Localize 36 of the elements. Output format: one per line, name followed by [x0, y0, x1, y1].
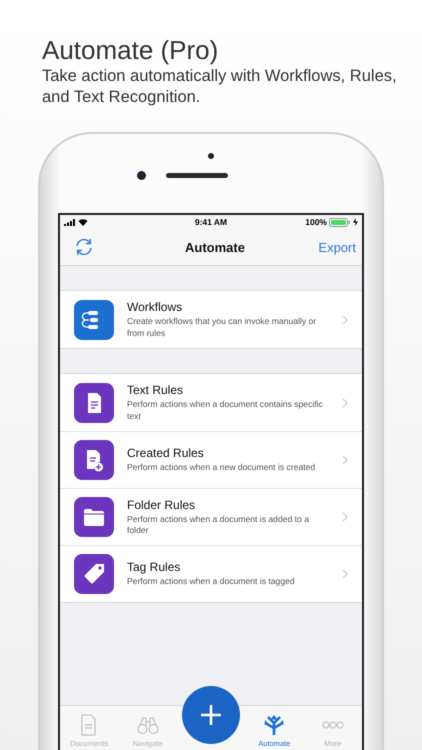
- signal-icon: [64, 218, 76, 226]
- battery-icon: [329, 218, 351, 226]
- row-description: Perform actions when a document contains specific text: [127, 399, 324, 422]
- chevron-icon: [342, 398, 348, 408]
- row-title: Text Rules: [127, 383, 184, 397]
- camera-dot: [208, 153, 214, 159]
- charging-icon: [353, 218, 358, 226]
- row-title: Workflows: [127, 300, 184, 314]
- speaker-grille: [166, 173, 228, 178]
- chevron-icon: [342, 512, 348, 522]
- camera-lens: [136, 171, 146, 180]
- row-description: Perform actions when a new document is created: [127, 462, 316, 474]
- chevron-icon: [342, 314, 348, 324]
- status-time: 9:41 AM: [194, 217, 228, 227]
- row-title: Folder Rules: [127, 498, 196, 512]
- rule-row[interactable]: Created Rules Perform actions when a new document is created: [60, 431, 362, 488]
- row-description: Perform actions when a document is added to a folder: [127, 514, 310, 536]
- rule-row[interactable]: Tag Rules Perform actions when a document is tagged: [60, 545, 362, 602]
- rule-row[interactable]: Text Rules Perform actions when a document contains specific text: [60, 374, 362, 431]
- rule-row[interactable]: Folder Rules Perform actions when a document is added to a folder: [60, 488, 362, 545]
- headline-title: Automate (Pro): [42, 35, 220, 65]
- wifi-icon: [78, 218, 88, 226]
- row-description: Create workflows that you can invoke manually or from rules: [127, 316, 318, 339]
- export-button[interactable]: Export: [276, 240, 356, 254]
- row-title: Created Rules: [127, 446, 205, 460]
- rule-row[interactable]: Workflows Create workflows that you can invoke manually or from rules: [60, 291, 362, 348]
- headline-subtitle: Take action automatically with Workflows, Rules, and Text Recognition.: [42, 66, 398, 108]
- chevron-icon: [342, 569, 348, 579]
- battery-percent: 100%: [305, 217, 327, 227]
- row-description: Perform actions when a document is tagged: [127, 576, 296, 588]
- refresh-icon: [74, 238, 94, 256]
- screen-title: Automate: [185, 240, 245, 254]
- plus-icon: [200, 704, 222, 726]
- chevron-icon: [342, 455, 348, 465]
- arrows-icon: [263, 714, 286, 736]
- row-title: Tag Rules: [127, 560, 182, 574]
